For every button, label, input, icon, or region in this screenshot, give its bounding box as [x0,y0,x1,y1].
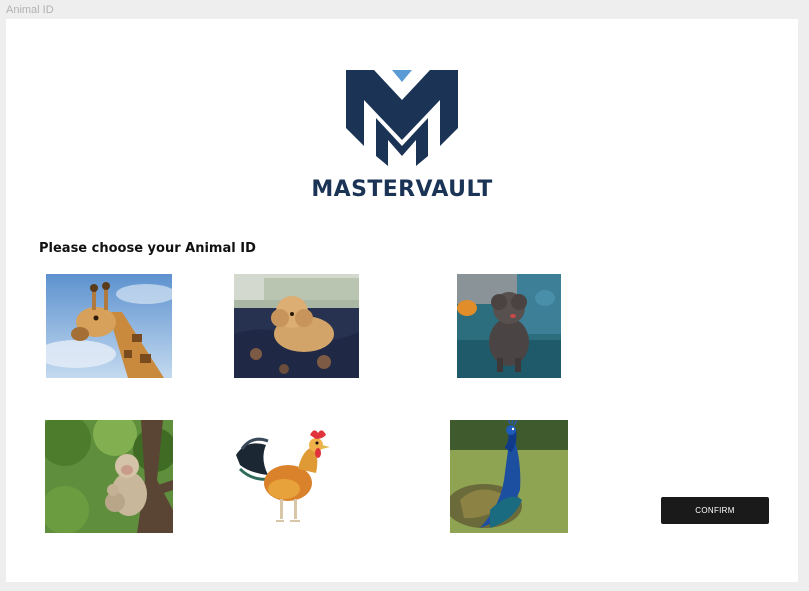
animal-id-screen: MASTERVAULT Please choose your Animal ID [6,19,798,582]
animal-option-monkey[interactable] [45,420,173,533]
animal-option-peacock[interactable] [450,420,568,533]
mastervault-logo-icon [346,70,458,166]
peacock-photo [450,420,568,533]
apricot-poodle-photo [234,274,359,378]
animal-option-poodle-grey[interactable] [457,274,561,378]
animal-option-giraffe[interactable] [46,274,172,378]
brand-name: MASTERVAULT [311,177,493,202]
animal-id-prompt: Please choose your Animal ID [39,241,256,256]
monkey-photo [45,420,173,533]
window-title: Animal ID [6,4,54,16]
animal-option-rooster[interactable] [232,425,334,533]
grey-poodle-photo [457,274,561,378]
giraffe-photo [46,274,172,378]
animal-option-poodle[interactable] [234,274,359,378]
confirm-button[interactable]: CONFIRM [661,497,769,524]
rooster-photo [232,425,334,533]
